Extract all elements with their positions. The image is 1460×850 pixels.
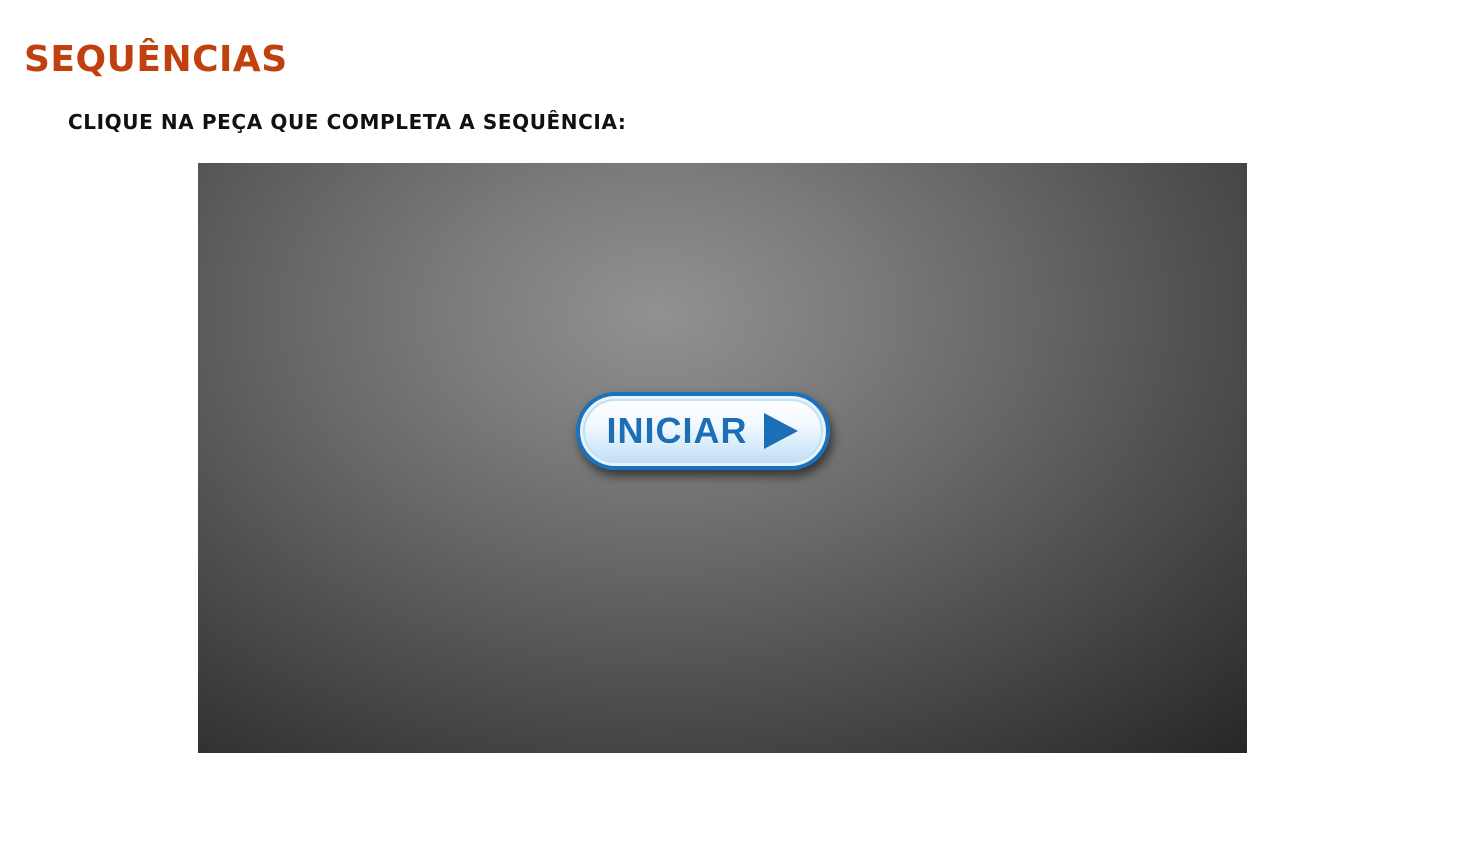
start-button[interactable]: INICIAR xyxy=(576,392,830,470)
start-button-label: INICIAR xyxy=(606,410,748,451)
game-stage[interactable]: INICIAR xyxy=(198,163,1247,753)
page: SEQUÊNCIAS CLIQUE NA PEÇA QUE COMPLETA A… xyxy=(0,0,1460,850)
instruction-text: CLIQUE NA PEÇA QUE COMPLETA A SEQUÊNCIA: xyxy=(68,110,627,134)
page-title: SEQUÊNCIAS xyxy=(24,39,288,80)
play-icon xyxy=(763,413,798,449)
